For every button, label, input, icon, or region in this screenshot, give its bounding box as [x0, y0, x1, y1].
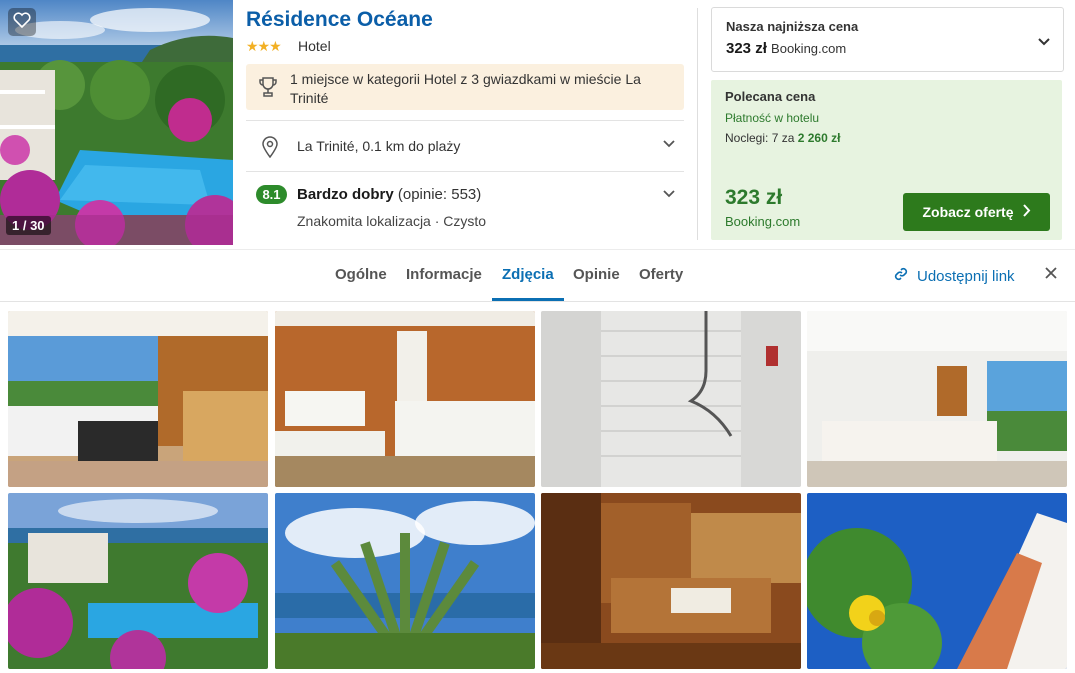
- recommended-price: 323 zł: [725, 186, 783, 209]
- map-pin-icon: [262, 136, 278, 163]
- tab-reviews[interactable]: Opinie: [573, 266, 620, 283]
- rating-summary[interactable]: Bardzo dobry (opinie: 553): [297, 186, 481, 203]
- recommended-site[interactable]: Booking.com: [725, 214, 800, 229]
- divider: [0, 301, 1075, 302]
- lowest-price-panel[interactable]: Nasza najniższa cena 323 zł Booking.com: [711, 7, 1064, 72]
- gallery-photo[interactable]: [8, 493, 268, 669]
- lowest-price-site: Booking.com: [771, 41, 847, 56]
- star-rating: ★★★: [246, 38, 282, 54]
- view-offer-button[interactable]: Zobacz ofertę: [903, 193, 1050, 231]
- review-count: (opinie: 553): [397, 186, 482, 203]
- favorite-button[interactable]: [8, 8, 36, 36]
- gallery-photo[interactable]: [807, 311, 1067, 487]
- divider: [246, 120, 684, 121]
- nights-total: 2 260 zł: [797, 131, 841, 145]
- close-icon[interactable]: [1044, 264, 1058, 285]
- divider: [0, 249, 1075, 250]
- nights-info: Noclegi: 7 za 2 260 zł: [725, 131, 840, 145]
- hotel-type: Hotel: [298, 38, 331, 54]
- lowest-price: 323 zł Booking.com: [726, 40, 846, 57]
- nights-prefix: Noclegi: 7 za: [725, 131, 795, 145]
- chevron-down-icon[interactable]: [662, 186, 676, 205]
- lowest-price-value: 323 zł: [726, 40, 767, 57]
- recommended-price-panel: Polecana cena Płatność w hotelu Noclegi:…: [711, 80, 1062, 240]
- gallery-photo[interactable]: [807, 493, 1067, 669]
- recommended-label: Polecana cena: [725, 89, 816, 104]
- trophy-icon: [258, 76, 278, 103]
- share-link-button[interactable]: Udostępnij link: [893, 266, 1015, 286]
- lowest-price-label: Nasza najniższa cena: [726, 19, 859, 34]
- hero-photo[interactable]: [0, 0, 233, 245]
- tab-general[interactable]: Ogólne: [335, 266, 387, 283]
- photo-counter: 1 / 30: [6, 216, 51, 235]
- link-icon: [893, 266, 909, 286]
- column-divider: [697, 8, 698, 240]
- divider: [246, 171, 684, 172]
- hotel-name[interactable]: Résidence Océane: [246, 8, 433, 32]
- location-text[interactable]: La Trinité, 0.1 km do plaży: [297, 138, 460, 154]
- share-link-label: Udostępnij link: [917, 267, 1015, 285]
- heart-icon: [13, 11, 31, 33]
- gallery-photo[interactable]: [541, 493, 801, 669]
- rating-highlights: Znakomita lokalizacja · Czysto: [297, 213, 487, 229]
- gallery-photo[interactable]: [541, 311, 801, 487]
- tab-info[interactable]: Informacje: [406, 266, 482, 283]
- chevron-down-icon[interactable]: [662, 136, 676, 155]
- chevron-down-icon[interactable]: [1037, 34, 1051, 53]
- tab-offers[interactable]: Oferty: [639, 266, 683, 283]
- chevron-right-icon: [1022, 204, 1031, 220]
- rating-label: Bardzo dobry: [297, 186, 394, 203]
- gallery-photo[interactable]: [8, 311, 268, 487]
- payment-info: Płatność w hotelu: [725, 111, 820, 125]
- award-text: 1 miejsce w kategorii Hotel z 3 gwiazdka…: [290, 71, 641, 106]
- tab-photos[interactable]: Zdjęcia: [502, 266, 554, 283]
- gallery-photo[interactable]: [275, 311, 535, 487]
- rating-score: 8.1: [256, 185, 287, 204]
- gallery-photo[interactable]: [275, 493, 535, 669]
- award-banner: 1 miejsce w kategorii Hotel z 3 gwiazdka…: [246, 64, 684, 110]
- view-offer-label: Zobacz ofertę: [922, 204, 1014, 220]
